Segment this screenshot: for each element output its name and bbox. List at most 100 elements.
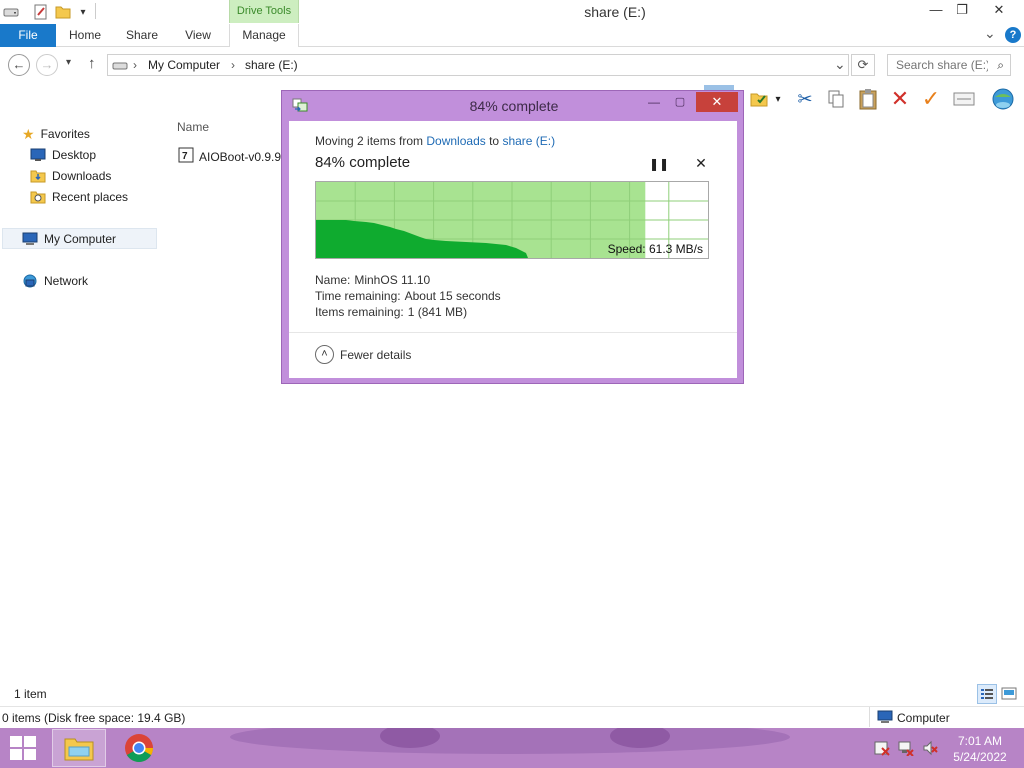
item-count: 1 item (14, 687, 47, 701)
computer-icon (22, 232, 38, 246)
dialog-close-button[interactable]: ✕ (696, 92, 738, 112)
detail-items-label: Items remaining: (315, 305, 404, 319)
action-center-icon[interactable] (874, 740, 890, 759)
volume-muted-icon[interactable] (922, 740, 938, 759)
copy-icon[interactable] (823, 85, 849, 113)
nav-item-recent-places[interactable]: Recent places (30, 187, 128, 207)
wallpaper-shape (230, 728, 790, 754)
address-row: ← → ▾ ↑ › My Computer › share (E:) ⌄ ⟳ ⌕ (0, 47, 1024, 85)
chevron-up-icon: ˄ (315, 345, 334, 364)
search-icon[interactable]: ⌕ (997, 58, 1004, 73)
taskbar-file-explorer[interactable] (52, 729, 106, 767)
tab-home[interactable]: Home (62, 24, 108, 47)
nav-network-label: Network (44, 274, 89, 288)
nav-favorites-label: Favorites (40, 127, 90, 141)
pause-button[interactable]: ❚❚ (649, 157, 669, 173)
toolbar-dropdown-icon[interactable]: ▾ (770, 85, 786, 113)
column-header-name[interactable]: Name (177, 120, 209, 134)
detail-time-value: About 15 seconds (404, 289, 501, 303)
nav-network[interactable]: Network (22, 271, 88, 291)
moving-prefix: Moving 2 items from (315, 134, 427, 148)
large-icons-view-icon[interactable] (1001, 687, 1017, 704)
envelope-icon[interactable] (951, 85, 977, 113)
tab-view[interactable]: View (178, 24, 218, 47)
properties-check-icon[interactable] (746, 85, 772, 113)
start-button[interactable] (10, 736, 38, 760)
back-button[interactable]: ← (8, 54, 30, 76)
fewer-details-toggle[interactable]: ˄ Fewer details (315, 345, 411, 364)
close-button[interactable]: ✕ (984, 0, 1014, 22)
network-tray-icon[interactable] (898, 740, 914, 759)
refresh-button[interactable]: ⟳ (851, 54, 875, 76)
source-link[interactable]: Downloads (426, 134, 485, 148)
taskbar: 7:01 AM 5/24/2022 (0, 728, 1024, 768)
network-icon (22, 274, 38, 288)
nav-my-computer[interactable]: My Computer (22, 229, 116, 249)
paste-icon[interactable] (855, 85, 881, 113)
details-divider (869, 707, 870, 727)
details-bar: 0 items (Disk free space: 19.4 GB) Compu… (0, 706, 1024, 728)
search-box[interactable]: ⌕ (887, 54, 1011, 76)
status-bar: 1 item (0, 684, 1024, 706)
ribbon-tabs: File Home Share View Manage ⌄ ? (0, 24, 1024, 47)
destination-link[interactable]: share (E:) (502, 134, 555, 148)
detail-name-label: Name: (315, 273, 351, 287)
properties-icon[interactable] (32, 4, 50, 20)
maximize-button[interactable]: ❐ (947, 0, 977, 22)
address-bar[interactable]: › My Computer › share (E:) ⌄ (107, 54, 849, 76)
clock-date: 5/24/2022 (953, 750, 1007, 764)
computer-small-icon (877, 710, 893, 727)
nav-item-downloads[interactable]: Downloads (30, 166, 111, 186)
new-folder-icon[interactable] (54, 4, 72, 20)
taskbar-chrome[interactable] (112, 729, 166, 767)
progress-percent-label: 84% complete (315, 154, 411, 171)
details-view-icon[interactable] (977, 684, 997, 704)
moving-mid: to (485, 134, 503, 148)
up-button[interactable]: ↑ (88, 55, 96, 72)
tab-manage[interactable]: Manage (229, 24, 299, 47)
quick-access-dropdown-icon[interactable]: ▾ (74, 4, 92, 20)
dialog-minimize-button[interactable]: — (644, 95, 664, 113)
address-dropdown-icon[interactable]: ⌄ (834, 56, 846, 73)
fewer-details-label: Fewer details (340, 347, 412, 362)
nav-item-desktop-label: Desktop (52, 148, 97, 162)
windows-logo-tile (24, 749, 36, 760)
help-icon[interactable]: ? (1005, 27, 1021, 43)
tab-share[interactable]: Share (120, 24, 164, 47)
dialog-maximize-button[interactable]: ▢ (670, 95, 690, 113)
dialog-title: 84% complete (469, 98, 559, 114)
dialog-separator (289, 332, 737, 333)
taskbar-clock[interactable]: 7:01 AM 5/24/2022 (950, 733, 1010, 765)
speed-readout: Speed: 61.3 MB/s (607, 242, 703, 256)
nav-favorites[interactable]: ★ Favorites (22, 124, 90, 144)
cut-icon[interactable]: ✂ (792, 85, 818, 113)
nav-item-desktop[interactable]: Desktop (30, 145, 96, 165)
window-title: share (E:) (584, 4, 646, 20)
forward-button[interactable]: → (36, 54, 58, 76)
file-tab[interactable]: File (0, 24, 56, 47)
downloads-folder-icon (30, 169, 46, 183)
windows-logo-tile (10, 749, 22, 760)
breadcrumb-separator: › (133, 58, 137, 72)
ribbon-expand-icon[interactable]: ⌄ (984, 25, 996, 42)
cancel-button[interactable]: ✕ (693, 155, 709, 171)
recent-places-icon (30, 190, 46, 204)
breadcrumb-my-computer[interactable]: My Computer (148, 58, 220, 72)
file-item[interactable]: 7 AIOBoot-v0.9.9. (178, 147, 284, 166)
moving-summary: Moving 2 items from Downloads to share (… (315, 134, 555, 148)
drive-tools-context-tab: Drive Tools (229, 0, 299, 23)
address-drive-icon (112, 60, 128, 74)
disk-free-space: 0 items (Disk free space: 19.4 GB) (2, 711, 186, 725)
globe-icon[interactable] (990, 85, 1016, 113)
recent-locations-icon[interactable]: ▾ (66, 57, 71, 68)
breadcrumb-share-e[interactable]: share (E:) (245, 58, 298, 72)
rename-check-icon[interactable]: ✓ (918, 85, 944, 113)
detail-items-value: 1 (841 MB) (407, 305, 468, 319)
delete-icon[interactable]: ✕ (887, 85, 913, 113)
search-input[interactable] (888, 55, 988, 75)
drive-icon[interactable] (2, 4, 20, 20)
breadcrumb-separator: › (231, 58, 235, 72)
title-divider (95, 3, 96, 19)
dialog-title-bar[interactable]: 84% complete — ▢ ✕ (282, 91, 743, 119)
nav-my-computer-label: My Computer (44, 232, 117, 246)
